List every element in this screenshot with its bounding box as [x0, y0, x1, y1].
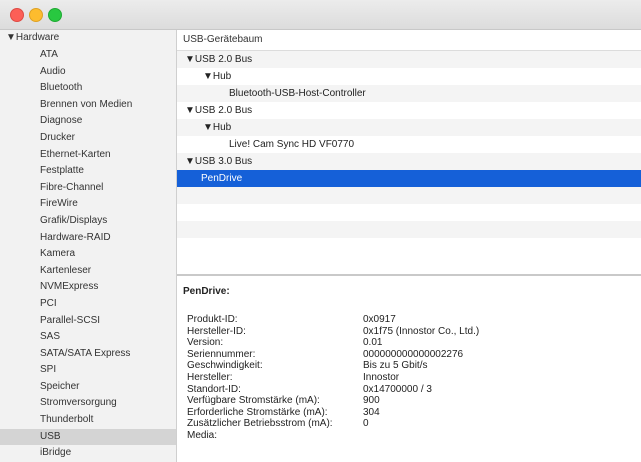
- property-row: Hersteller-ID: 0x1f75 (Innostor Co., Ltd.…: [187, 326, 637, 338]
- detail-panel: PenDrive: Produkt-ID: 0x0917 Hersteller-ID…: [177, 276, 641, 462]
- tree-row[interactable]: ▼USB 2.0 Bus: [177, 51, 641, 68]
- sidebar-item-diagnose[interactable]: Diagnose: [0, 113, 176, 130]
- property-key: Hersteller-ID:: [187, 325, 246, 337]
- tree-row-empty: [177, 238, 641, 255]
- sidebar-item-ata[interactable]: ATA: [0, 47, 176, 64]
- tree-row[interactable]: Bluetooth-USB-Host-Controller: [177, 85, 641, 102]
- sidebar-header-hardware[interactable]: ▼Hardware: [6, 31, 59, 45]
- property-value: 0x14700000 / 3: [363, 383, 432, 395]
- sidebar-item-festplatte[interactable]: Festplatte: [0, 163, 176, 180]
- property-value: 304: [363, 406, 380, 418]
- property-row: Seriennummer: 000000000000002276: [187, 349, 637, 361]
- property-row: Produkt-ID: 0x0917: [187, 314, 637, 326]
- property-key: Geschwindigkeit:: [187, 360, 263, 372]
- tree-row-empty: [177, 204, 641, 221]
- sidebar-item-nvmexpress[interactable]: NVMExpress: [0, 279, 176, 296]
- property-row: Standort-ID: 0x14700000 / 3: [187, 384, 637, 396]
- property-value: 0x1f75 (Innostor Co., Ltd.): [363, 325, 480, 337]
- sidebar-item-ibridge[interactable]: iBridge: [0, 445, 176, 462]
- property-key: Zusätzlicher Betriebsstrom (mA):: [187, 418, 333, 430]
- property-row: Hersteller: Innostor: [187, 372, 637, 384]
- sidebar-item-grafik-displays[interactable]: Grafik/Displays: [0, 213, 176, 230]
- sidebar-item-kamera[interactable]: Kamera: [0, 246, 176, 263]
- detail-title: PenDrive:: [183, 286, 230, 297]
- sidebar-item-brennen-von-medien[interactable]: Brennen von Medien: [0, 97, 176, 114]
- sidebar-item-ethernet-karten[interactable]: Ethernet-Karten: [0, 147, 176, 164]
- sidebar-item-drucker[interactable]: Drucker: [0, 130, 176, 147]
- tree-row-empty: [177, 221, 641, 238]
- sidebar-item-sata-sata-express[interactable]: SATA/SATA Express: [0, 346, 176, 363]
- property-key: Verfügbare Stromstärke (mA):: [187, 395, 320, 407]
- sidebar-item-usb[interactable]: USB: [0, 428, 176, 446]
- property-value: Bis zu 5 Gbit/s: [363, 360, 428, 372]
- sidebar-list: ATA Audio Bluetooth Brennen von Medien Diagn…: [0, 47, 176, 462]
- tree-row[interactable]: ▼Hub: [177, 68, 641, 85]
- tree-row[interactable]: Live! Cam Sync HD VF0770: [177, 136, 641, 153]
- property-row: Zusätzlicher Betriebsstrom (mA): 0: [187, 418, 637, 430]
- sidebar-item-pci[interactable]: PCI: [0, 296, 176, 313]
- tree-rows: ▼USB 2.0 Bus ▼Hub Bluetooth-USB-Host-Contr…: [177, 51, 641, 255]
- property-value: Innostor: [363, 372, 400, 383]
- sidebar-item-stromversorgung[interactable]: Stromversorgung: [0, 395, 176, 412]
- sidebar-item-speicher[interactable]: Speicher: [0, 379, 176, 396]
- sidebar-item-parallel-scsi[interactable]: Parallel-SCSI: [0, 313, 176, 330]
- property-key: Version:: [187, 337, 224, 349]
- sidebar-item-firewire[interactable]: FireWire: [0, 196, 176, 213]
- property-value: 0: [363, 418, 369, 430]
- property-row: Version: 0.01: [187, 337, 637, 349]
- property-key: Seriennummer:: [187, 348, 256, 360]
- property-key: Standort-ID:: [187, 383, 241, 395]
- tree-row[interactable]: ▼USB 2.0 Bus: [177, 102, 641, 119]
- sidebar-item-sas[interactable]: SAS: [0, 329, 176, 346]
- sidebar: ▼Hardware ATA Audio Bluetooth Brennen von M…: [0, 30, 177, 462]
- sidebar-item-fibre-channel[interactable]: Fibre-Channel: [0, 180, 176, 197]
- sidebar-item-hardware-raid[interactable]: Hardware-RAID: [0, 230, 176, 247]
- sidebar-item-bluetooth[interactable]: Bluetooth: [0, 80, 176, 97]
- property-key: Media:: [187, 430, 218, 441]
- sidebar-item-audio[interactable]: Audio: [0, 64, 176, 81]
- property-value: 900: [363, 395, 380, 407]
- property-key: Erforderliche Stromstärke (mA):: [187, 406, 328, 418]
- property-row: Media:: [187, 430, 637, 442]
- title-bar: [0, 0, 641, 30]
- tree-row[interactable]: PenDrive: [177, 170, 641, 187]
- tree-row[interactable]: ▼Hub: [177, 119, 641, 136]
- tree-row[interactable]: ▼USB 3.0 Bus: [177, 153, 641, 170]
- property-row: Geschwindigkeit: Bis zu 5 Gbit/s: [187, 360, 637, 372]
- sidebar-item-spi[interactable]: SPI: [0, 362, 176, 379]
- property-value: 0x0917: [363, 314, 396, 325]
- zoom-window-button[interactable]: [48, 8, 62, 22]
- close-window-button[interactable]: [10, 8, 24, 22]
- tree-row-empty: [177, 187, 641, 204]
- property-value: 0.01: [363, 337, 383, 349]
- property-key: Produkt-ID:: [187, 314, 238, 325]
- tree-header: USB-Gerätebaum: [177, 30, 641, 51]
- sidebar-item-thunderbolt[interactable]: Thunderbolt: [0, 412, 176, 429]
- usb-device-tree: USB-Gerätebaum ▼USB 2.0 Bus ▼Hub Bluetooth…: [177, 30, 641, 274]
- property-row: Erforderliche Stromstärke (mA): 304: [187, 407, 637, 419]
- minimize-window-button[interactable]: [29, 8, 43, 22]
- property-row: Verfügbare Stromstärke (mA): 900: [187, 395, 637, 407]
- sidebar-item-kartenleser[interactable]: Kartenleser: [0, 263, 176, 280]
- property-key: Hersteller:: [187, 372, 233, 383]
- property-value: 000000000000002276: [363, 348, 464, 360]
